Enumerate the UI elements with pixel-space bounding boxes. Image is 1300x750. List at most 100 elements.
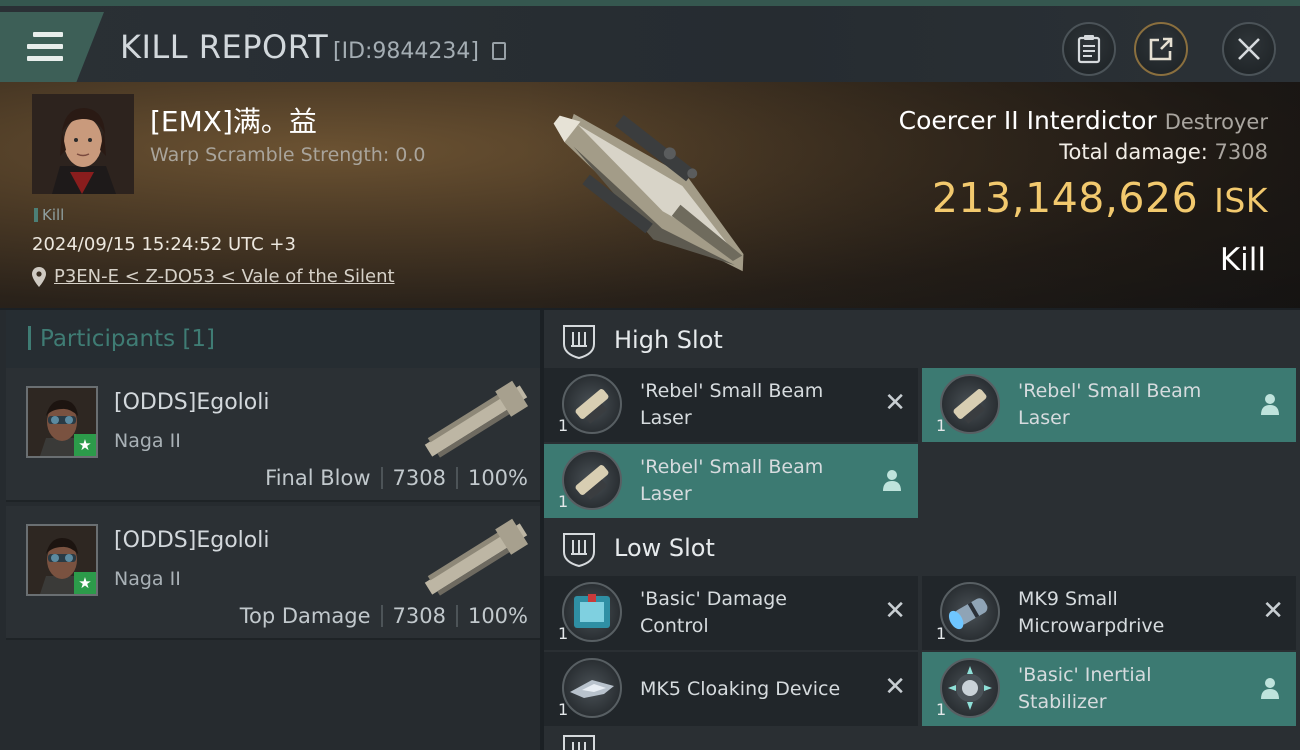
microwarpdrive-icon	[940, 582, 1000, 642]
module-item[interactable]: 1 'Basic' Inertial Stabilizer	[922, 652, 1296, 726]
module-item[interactable]: 1 MK5 Cloaking Device ✕	[544, 652, 918, 726]
participants-panel: Participants [1] ★ [ODDS]Egololi Naga II	[0, 310, 540, 750]
ship-class: Destroyer	[1164, 110, 1268, 134]
dropped-person-icon	[883, 470, 901, 491]
warp-scramble-strength: Warp Scramble Strength: 0.0	[150, 144, 426, 166]
attacker-damage: 7308	[392, 604, 446, 628]
attacker-portrait[interactable]: ★	[26, 524, 98, 596]
module-qty: 1	[558, 624, 569, 643]
module-name-line1: MK9 Small	[1018, 588, 1118, 610]
victim-name: [EMX]满。益	[150, 105, 317, 138]
share-button[interactable]	[1134, 22, 1188, 76]
high-slot-header: High Slot	[544, 310, 1300, 374]
high-slot-label: High Slot	[614, 326, 723, 354]
module-item[interactable]: 1 'Rebel' Small Beam Laser	[922, 368, 1296, 442]
low-slot-icon	[563, 533, 595, 568]
participant-row[interactable]: ★ [ODDS]Egololi Naga II Final Blow 7308 …	[6, 368, 540, 502]
total-damage-value: 7308	[1214, 140, 1268, 164]
beam-laser-icon	[940, 374, 1000, 434]
attacker-portrait[interactable]: ★	[26, 386, 98, 458]
location-link[interactable]: P3EN-E < Z-DO53 < Vale of the Silent	[32, 266, 395, 287]
attacker-damage: 7308	[392, 466, 446, 490]
hamburger-icon	[27, 32, 63, 68]
victim-portrait[interactable]	[32, 94, 134, 194]
victim-ship-name: Coercer II Interdictor Destroyer	[899, 106, 1268, 135]
destroyed-icon: ✕	[884, 388, 906, 418]
total-damage-label: Total damage:	[1059, 140, 1208, 164]
dropped-person-icon	[1261, 394, 1279, 415]
result-label: Kill	[1219, 242, 1266, 278]
kill-timestamp: 2024/09/15 15:24:52 UTC +3	[32, 234, 296, 255]
location-pin-icon	[32, 266, 46, 287]
module-name-line1: 'Rebel' Small Beam	[640, 456, 824, 478]
module-name-line2: Microwarpdrive	[1018, 615, 1165, 637]
module-item[interactable]: 1 'Basic' Damage Control ✕	[544, 576, 918, 650]
inertial-stabilizer-icon	[940, 658, 1000, 718]
module-name: 'Basic' Inertial Stabilizer	[1018, 662, 1248, 716]
attacker-percent: 100%	[467, 604, 528, 628]
attacker-name: [ODDS]Egololi	[114, 528, 270, 553]
high-slot-icon	[563, 325, 595, 360]
header-bar: KILL REPORT [ID:9844234]	[0, 0, 1300, 86]
copy-id-icon[interactable]	[492, 42, 506, 60]
isk-unit: ISK	[1214, 181, 1268, 220]
module-name-line1: MK5 Cloaking Device	[640, 678, 841, 700]
divider	[380, 467, 383, 489]
victim-ship-image[interactable]	[520, 88, 780, 302]
clipboard-icon	[1077, 35, 1101, 64]
module-qty: 1	[558, 492, 569, 511]
module-qty: 1	[936, 700, 947, 719]
module-name: 'Rebel' Small Beam Laser	[1018, 378, 1248, 432]
page-title: KILL REPORT	[120, 28, 329, 66]
menu-button[interactable]	[0, 12, 104, 86]
kill-tag: Kill	[34, 206, 64, 224]
module-qty: 1	[936, 624, 947, 643]
module-qty: 1	[558, 700, 569, 719]
module-name-line1: 'Rebel' Small Beam	[640, 380, 824, 402]
isk-amount: 213,148,626	[931, 174, 1199, 222]
module-name: 'Basic' Damage Control	[640, 586, 870, 640]
module-item[interactable]: 1 MK9 Small Microwarpdrive ✕	[922, 576, 1296, 650]
module-name-line1: 'Rebel' Small Beam	[1018, 380, 1202, 402]
destroyed-icon: ✕	[884, 672, 906, 702]
divider	[455, 467, 458, 489]
module-name: 'Rebel' Small Beam Laser	[640, 378, 870, 432]
divider	[380, 605, 383, 627]
destroyed-icon: ✕	[884, 596, 906, 626]
fitting-panel: High Slot 1 'Rebel' Small Beam Laser ✕ 1…	[544, 310, 1300, 750]
module-qty: 1	[558, 416, 569, 435]
ship-name-text: Coercer II Interdictor	[898, 106, 1157, 135]
low-slot-label: Low Slot	[614, 534, 715, 562]
mid-slot-icon-partial	[562, 734, 596, 750]
module-name-line1: 'Basic' Damage	[640, 588, 787, 610]
module-name-line2: Laser	[640, 407, 692, 429]
attacker-weapon-image	[424, 380, 529, 458]
module-item[interactable]: 1 'Rebel' Small Beam Laser	[544, 444, 918, 518]
participant-row[interactable]: ★ [ODDS]Egololi Naga II Top Damage 7308 …	[6, 506, 540, 640]
close-button[interactable]	[1222, 22, 1276, 76]
module-name-line2: Laser	[640, 483, 692, 505]
star-icon: ★	[74, 434, 96, 456]
attacker-ship: Naga II	[114, 430, 181, 452]
module-item[interactable]: 1 'Rebel' Small Beam Laser ✕	[544, 368, 918, 442]
attacker-ship: Naga II	[114, 568, 181, 590]
divider	[455, 605, 458, 627]
cloaking-device-icon	[562, 658, 622, 718]
low-slot-header: Low Slot	[544, 518, 1300, 582]
attacker-weapon-image	[424, 518, 529, 596]
module-name: 'Rebel' Small Beam Laser	[640, 454, 870, 508]
attacker-name: [ODDS]Egololi	[114, 390, 270, 415]
clipboard-button[interactable]	[1062, 22, 1116, 76]
close-icon	[1238, 38, 1260, 60]
attacker-stats: Top Damage 7308 100%	[240, 604, 528, 628]
destroyed-icon: ✕	[1262, 596, 1284, 626]
star-icon: ★	[74, 572, 96, 594]
beam-laser-icon	[562, 450, 622, 510]
participants-title: Participants [1]	[28, 326, 215, 352]
attacker-stats: Final Blow 7308 100%	[265, 466, 528, 490]
attacker-role: Final Blow	[265, 466, 371, 490]
location-text: P3EN-E < Z-DO53 < Vale of the Silent	[54, 266, 395, 287]
module-name: MK5 Cloaking Device	[640, 676, 870, 703]
dropped-person-icon	[1261, 678, 1279, 699]
module-name-line2: Stabilizer	[1018, 691, 1107, 713]
